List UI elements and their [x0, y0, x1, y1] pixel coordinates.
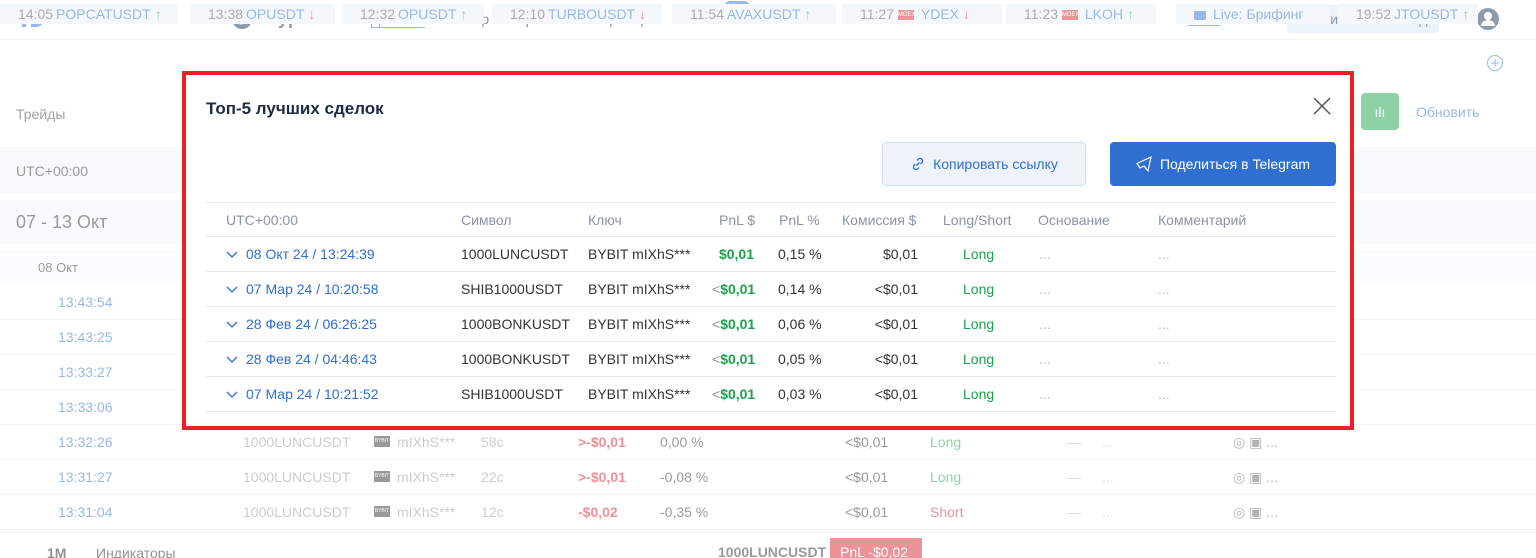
column-header[interactable]: Ключ [588, 212, 622, 228]
trade-key: BYBIT mIXhS*** [588, 316, 691, 332]
trade-direction: Long [963, 281, 995, 297]
column-header[interactable]: UTC+00:00 [226, 212, 298, 228]
column-header[interactable]: PnL $ [719, 212, 755, 228]
pnl-value: $0,01 [718, 246, 754, 262]
copy-link-button[interactable]: Копировать ссылку [882, 142, 1086, 186]
trade-pnl-pct: 0,15 % [778, 246, 822, 262]
trade-pnl-pct: 0,03 % [778, 386, 822, 402]
trade-comment: ... [1158, 246, 1170, 262]
link-icon [912, 157, 924, 171]
copy-link-label: Копировать ссылку [933, 156, 1058, 172]
table-row[interactable]: 28 Фев 24 / 04:46:43 1000BONKUSDT BYBIT … [206, 342, 1336, 377]
trade-direction: Long [963, 316, 995, 332]
trade-symbol: SHIB1000USDT [461, 281, 563, 297]
trade-date[interactable]: 08 Окт 24 / 13:24:39 [226, 246, 375, 262]
trade-commission: <$0,01 [874, 386, 918, 402]
trade-base: ... [1039, 246, 1051, 262]
close-icon[interactable] [1311, 95, 1333, 117]
trade-key: BYBIT mIXhS*** [588, 246, 691, 262]
trade-date[interactable]: 28 Фев 24 / 06:26:25 [226, 316, 377, 332]
trade-comment: ... [1158, 351, 1170, 367]
trade-direction: Long [963, 351, 995, 367]
trade-pnl-pct: 0,14 % [778, 281, 822, 297]
trade-date[interactable]: 07 Мар 24 / 10:21:52 [226, 386, 378, 402]
trade-base: ... [1039, 316, 1051, 332]
chevron-down-icon [226, 391, 238, 399]
trade-key: BYBIT mIXhS*** [588, 351, 691, 367]
trade-symbol: 1000BONKUSDT [461, 351, 570, 367]
trade-date-text: 28 Фев 24 / 04:46:43 [246, 351, 377, 367]
trade-date-text: 08 Окт 24 / 13:24:39 [246, 246, 375, 262]
trade-date-text: 07 Мар 24 / 10:21:52 [246, 386, 379, 402]
trade-pnl: <$0,01 [712, 281, 756, 297]
trade-pnl-pct: 0,05 % [778, 351, 822, 367]
trade-commission: <$0,01 [874, 351, 918, 367]
trade-symbol: 1000BONKUSDT [461, 316, 570, 332]
trade-date-text: 07 Мар 24 / 10:20:58 [246, 281, 379, 297]
column-header[interactable]: Комментарий [1158, 212, 1246, 228]
trade-base: ... [1039, 351, 1051, 367]
pnl-prefix: < [712, 281, 721, 297]
trade-symbol: SHIB1000USDT [461, 386, 563, 402]
trade-date[interactable]: 07 Мар 24 / 10:20:58 [226, 281, 378, 297]
pnl-value: $0,01 [720, 316, 756, 332]
pnl-value: $0,01 [720, 386, 756, 402]
trade-comment: ... [1158, 386, 1170, 402]
column-header[interactable]: Комиссия $ [842, 212, 916, 228]
trade-direction: Long [963, 246, 995, 262]
chevron-down-icon [226, 286, 238, 294]
trade-direction: Long [963, 386, 995, 402]
column-header[interactable]: Символ [461, 212, 511, 228]
share-telegram-button[interactable]: Поделиться в Telegram [1110, 142, 1336, 186]
trade-pnl: $0,01 [712, 246, 754, 262]
top-trades-modal: Топ-5 лучших сделок Копировать ссылку По… [182, 71, 1354, 430]
trade-pnl: <$0,01 [712, 386, 756, 402]
trade-pnl-pct: 0,06 % [778, 316, 822, 332]
trade-date[interactable]: 28 Фев 24 / 04:46:43 [226, 351, 377, 367]
table-header: UTC+00:00 Символ Ключ PnL $ PnL % Комисс… [206, 202, 1336, 237]
table-row[interactable]: 07 Мар 24 / 10:21:52 SHIB1000USDT BYBIT … [206, 377, 1336, 412]
chevron-down-icon [226, 321, 238, 329]
trade-comment: ... [1158, 316, 1170, 332]
trade-commission: $0,01 [882, 246, 918, 262]
chevron-down-icon [226, 251, 238, 259]
table-row[interactable]: 28 Фев 24 / 06:26:25 1000BONKUSDT BYBIT … [206, 307, 1336, 342]
pnl-value: $0,01 [720, 281, 756, 297]
column-header[interactable]: Long/Short [943, 212, 1012, 228]
pnl-value: $0,01 [720, 351, 756, 367]
trade-base: ... [1039, 386, 1051, 402]
trade-symbol: 1000LUNCUSDT [461, 246, 569, 262]
trade-pnl: <$0,01 [712, 316, 756, 332]
chevron-down-icon [226, 356, 238, 364]
column-header[interactable]: Основание [1038, 212, 1110, 228]
pnl-prefix: < [712, 386, 721, 402]
modal-title: Топ-5 лучших сделок [206, 99, 384, 118]
paper-plane-icon [1136, 156, 1152, 172]
trade-comment: ... [1158, 281, 1170, 297]
trade-pnl: <$0,01 [712, 351, 756, 367]
table-row[interactable]: 08 Окт 24 / 13:24:39 1000LUNCUSDT BYBIT … [206, 237, 1336, 272]
trade-commission: <$0,01 [874, 316, 918, 332]
pnl-prefix: < [712, 316, 721, 332]
trade-base: ... [1039, 281, 1051, 297]
share-telegram-label: Поделиться в Telegram [1159, 156, 1311, 172]
trade-key: BYBIT mIXhS*** [588, 386, 691, 402]
column-header[interactable]: PnL % [779, 212, 820, 228]
table-row[interactable]: 07 Мар 24 / 10:20:58 SHIB1000USDT BYBIT … [206, 272, 1336, 307]
pnl-prefix: < [712, 351, 721, 367]
trade-key: BYBIT mIXhS*** [588, 281, 691, 297]
trade-commission: <$0,01 [874, 281, 918, 297]
trade-date-text: 28 Фев 24 / 06:26:25 [246, 316, 377, 332]
